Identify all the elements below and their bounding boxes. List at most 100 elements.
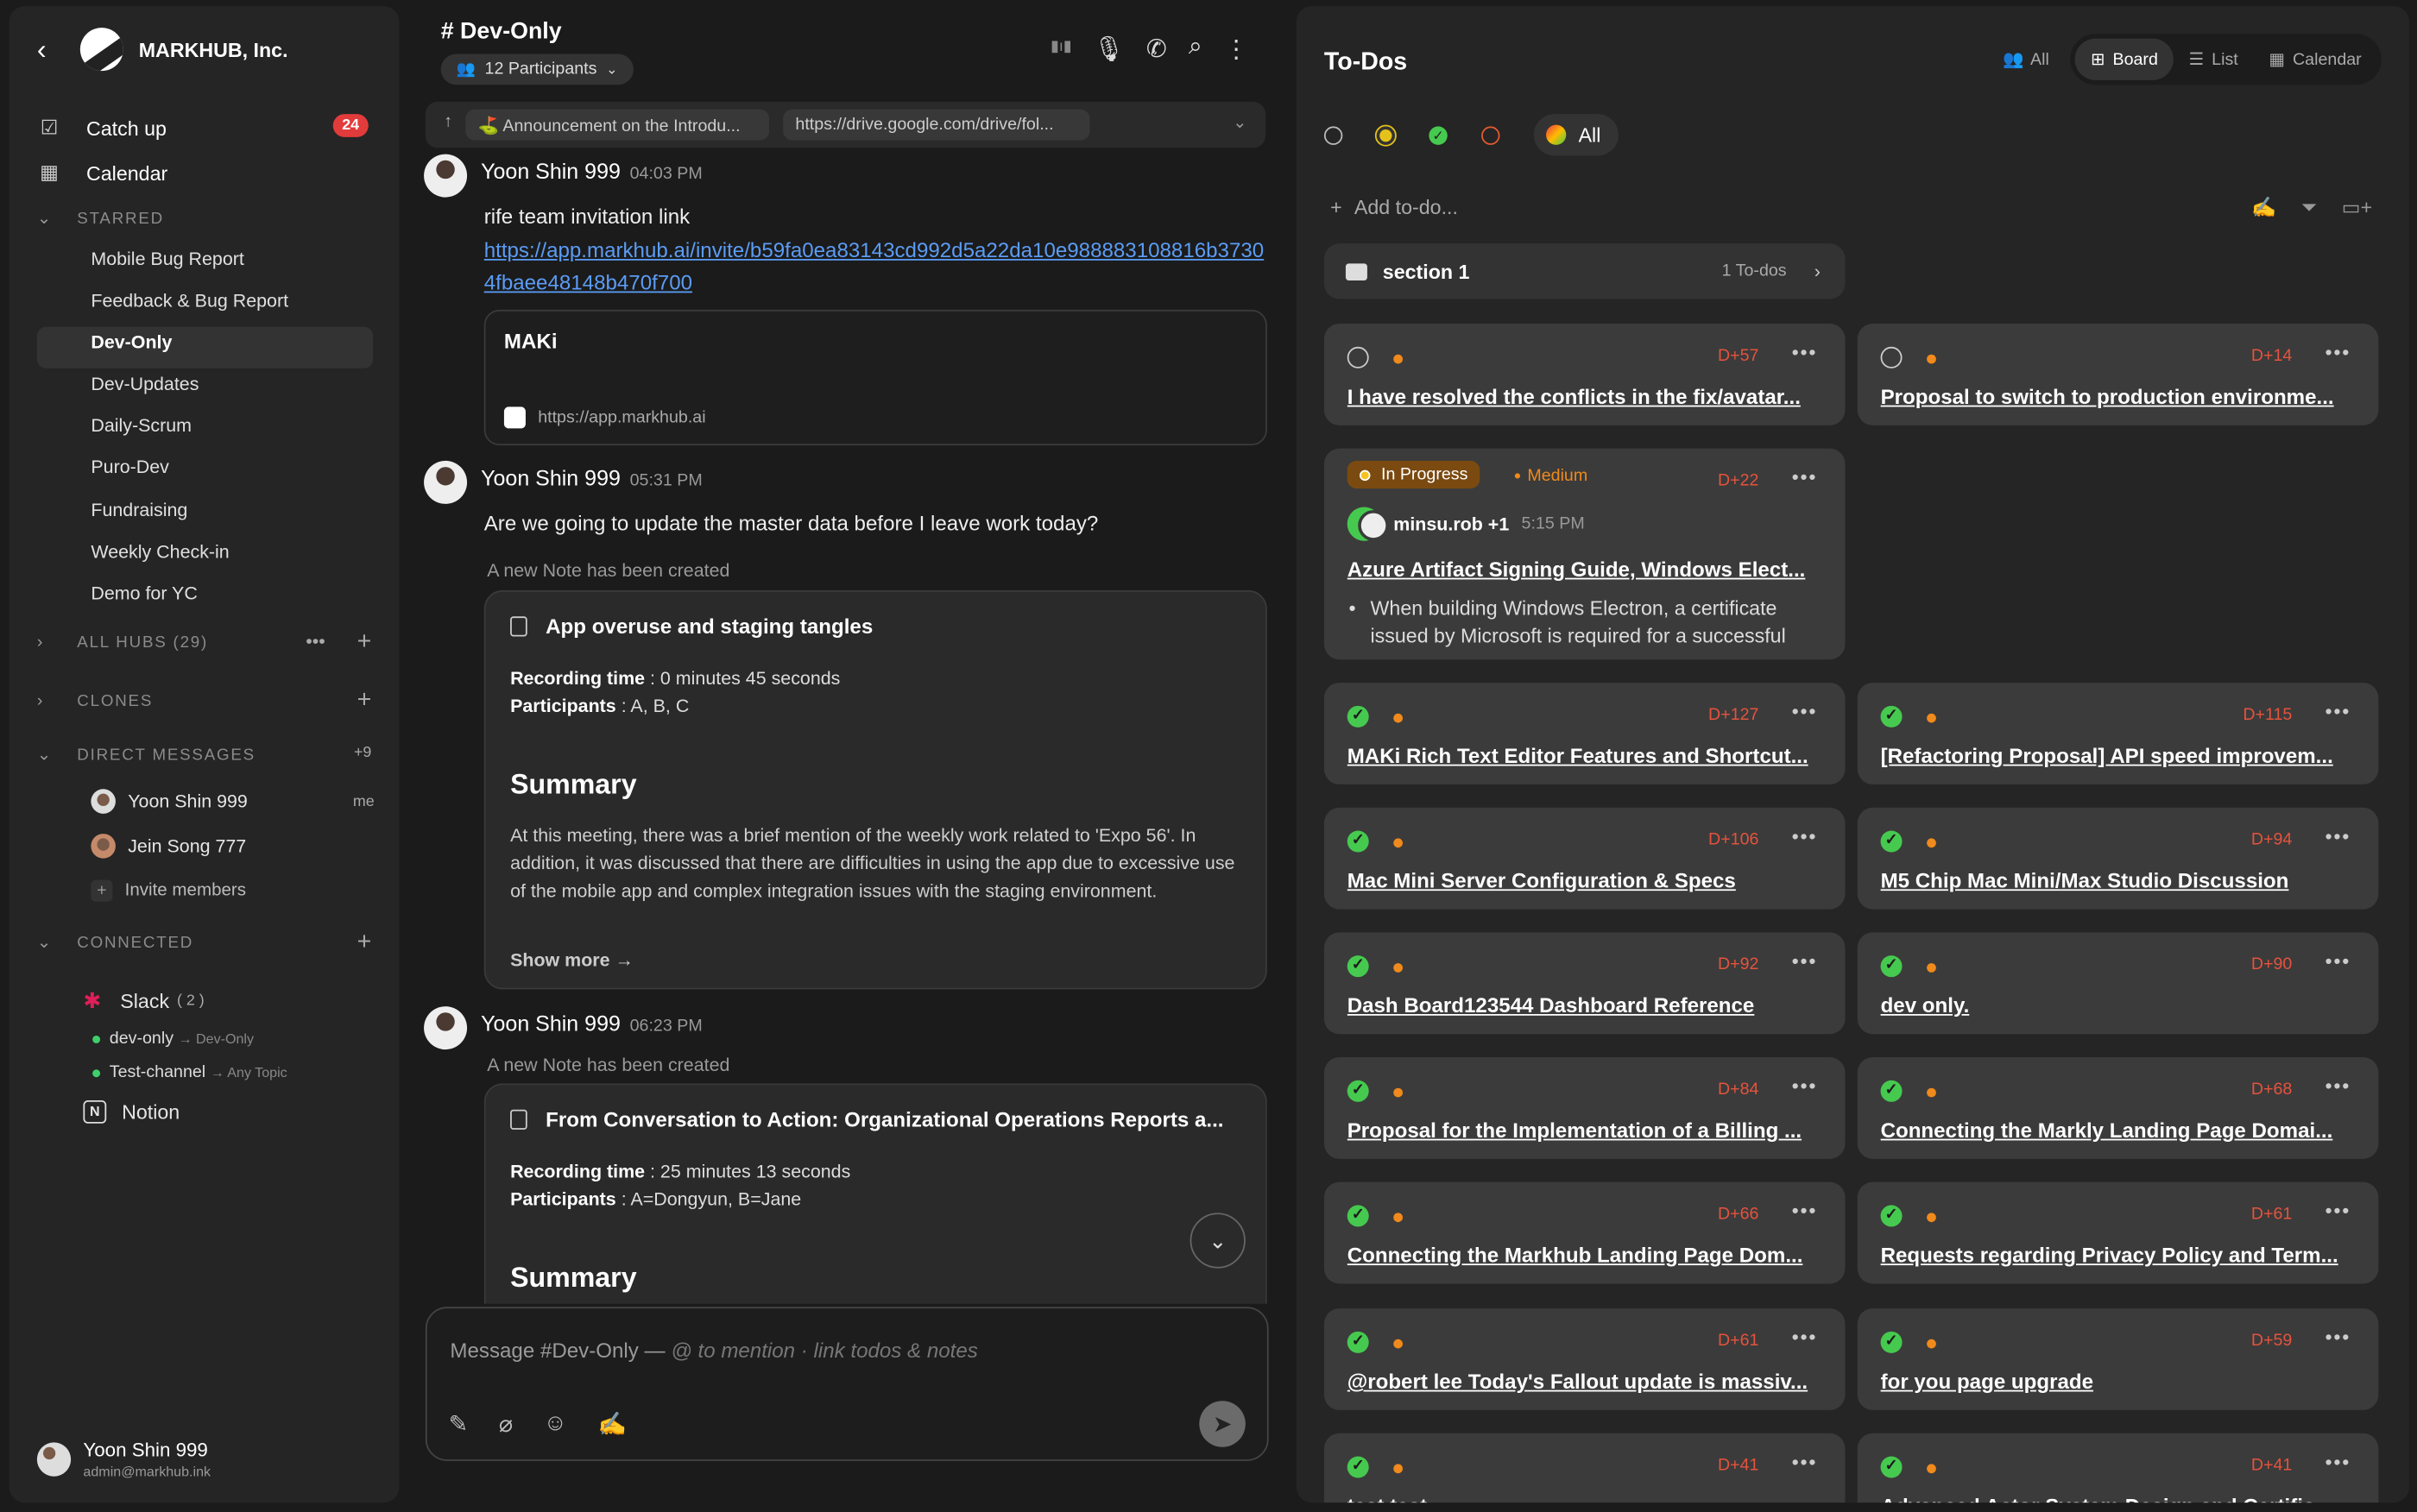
message-composer[interactable]: Message #Dev-Only — @ to mention · link … xyxy=(425,1307,1269,1461)
todo-title[interactable]: @robert lee Today's Fallout update is ma… xyxy=(1347,1370,1826,1393)
todo-title[interactable]: dev only. xyxy=(1881,994,2359,1017)
filter-done-icon[interactable]: ✓ xyxy=(1429,125,1448,144)
slack-integration[interactable]: ✱ Slack ( 2 ) xyxy=(83,988,204,1013)
todo-card[interactable]: ✓ D+59 ••• for you page upgrade xyxy=(1857,1308,2379,1410)
invite-link[interactable]: https://app.markhub.ai/invite/b59fa0ea83… xyxy=(484,234,1265,299)
status-done-icon[interactable]: ✓ xyxy=(1347,830,1369,853)
todo-card[interactable]: ✓ D+92 ••• Dash Board123544 Dashboard Refer… xyxy=(1323,932,1846,1035)
back-arrow-icon[interactable]: ‹ xyxy=(37,34,59,65)
more-icon[interactable]: ••• xyxy=(306,630,325,652)
add-icon[interactable]: + xyxy=(357,687,372,715)
signature-icon[interactable]: ✍ xyxy=(598,1410,627,1438)
new-folder-icon[interactable]: ▭+ xyxy=(2342,196,2372,221)
todo-title[interactable]: Advanced Actor System Design and Certifi… xyxy=(1881,1495,2359,1503)
status-done-icon[interactable]: ✓ xyxy=(1880,1331,1903,1353)
more-icon[interactable]: ••• xyxy=(1792,1450,1818,1473)
todo-title[interactable]: [Refactoring Proposal] API speed improve… xyxy=(1881,744,2359,767)
channel-item[interactable]: Feedback & Bug Report xyxy=(91,290,288,312)
status-done-icon[interactable]: ✓ xyxy=(1880,955,1903,978)
todo-card[interactable]: ✓ D+94 ••• M5 Chip Mac Mini/Max Studio Disc… xyxy=(1857,807,2379,910)
status-done-icon[interactable]: ✓ xyxy=(1347,705,1369,728)
note-card[interactable]: App overuse and staging tangles Recordin… xyxy=(483,589,1267,990)
todo-card[interactable]: ✓ D+90 ••• dev only. xyxy=(1857,932,2379,1035)
more-vertical-icon[interactable]: ⋮ xyxy=(1224,34,1249,65)
add-icon[interactable]: + xyxy=(357,629,372,657)
todo-title[interactable]: test test xyxy=(1347,1495,1826,1503)
attach-icon[interactable]: ⌀ xyxy=(499,1410,513,1438)
filter-icon[interactable]: ⏷ xyxy=(2301,196,2318,221)
scroll-to-bottom-button[interactable]: ⌄ xyxy=(1190,1213,1246,1269)
channel-item[interactable]: Mobile Bug Report xyxy=(91,248,243,269)
dm-header[interactable]: ⌄ DIRECT MESSAGES +9 xyxy=(37,744,384,764)
filter-all-button[interactable]: All xyxy=(1533,114,1619,156)
todo-title[interactable]: M5 Chip Mac Mini/Max Studio Discussion xyxy=(1881,869,2359,892)
participants-button[interactable]: 👥 12 Participants ⌄ xyxy=(440,54,634,85)
org-name[interactable]: MARKHUB, Inc. xyxy=(139,39,288,62)
invite-members-button[interactable]: + Invite members xyxy=(91,879,246,902)
avatar[interactable] xyxy=(424,460,468,504)
pinned-item[interactable]: https://drive.google.com/drive/fol... xyxy=(783,109,1090,141)
status-open-icon[interactable] xyxy=(1880,346,1903,369)
message-author[interactable]: Yoon Shin 999 04:03 PM xyxy=(481,159,703,184)
todo-card[interactable]: ✓ D+41 ••• test test xyxy=(1323,1433,1846,1503)
filter-paused-icon[interactable] xyxy=(1481,125,1500,144)
avatar[interactable] xyxy=(424,154,468,198)
channel-item[interactable]: Dev-Updates xyxy=(91,373,199,394)
message-author[interactable]: Yoon Shin 999 06:23 PM xyxy=(481,1011,703,1036)
channel-item[interactable]: Weekly Check-in xyxy=(91,541,229,563)
status-done-icon[interactable]: ✓ xyxy=(1347,1205,1369,1227)
phone-icon[interactable]: ✆ xyxy=(1146,34,1167,65)
link-preview-card[interactable]: MAKi https://app.markhub.ai xyxy=(483,309,1267,446)
more-icon[interactable]: ••• xyxy=(2325,341,2351,364)
filter-open-icon[interactable] xyxy=(1323,125,1343,144)
search-icon[interactable]: ⌕ xyxy=(1189,34,1202,65)
status-done-icon[interactable]: ✓ xyxy=(1347,1080,1369,1102)
more-icon[interactable]: ••• xyxy=(2325,824,2351,847)
todo-card[interactable]: ✓ D+68 ••• Connecting the Markly Landing Pa… xyxy=(1857,1056,2379,1159)
todo-title[interactable]: Mac Mini Server Configuration & Specs xyxy=(1347,869,1826,892)
status-done-icon[interactable]: ✓ xyxy=(1347,1456,1369,1478)
status-done-icon[interactable]: ✓ xyxy=(1347,955,1369,978)
note-card[interactable]: From Conversation to Action: Organizatio… xyxy=(483,1083,1267,1304)
current-user[interactable]: Yoon Shin 999 admin@markhub.ink xyxy=(36,1440,211,1479)
channel-item[interactable]: Demo for YC xyxy=(91,583,197,604)
section-row[interactable]: section 1 1 To-dos › xyxy=(1323,243,1846,299)
add-todo-input[interactable]: + Add to-do... xyxy=(1330,196,1458,219)
channel-item[interactable]: Puro-Dev xyxy=(91,457,169,478)
more-icon[interactable]: ••• xyxy=(2325,700,2351,723)
todo-title[interactable]: Proposal to switch to production environ… xyxy=(1881,385,2359,408)
more-icon[interactable]: ••• xyxy=(1792,1074,1818,1098)
todo-card[interactable]: ✓ D+61 ••• @robert lee Today's Fallout upda… xyxy=(1323,1308,1846,1410)
emoji-icon[interactable]: ☺ xyxy=(544,1410,567,1438)
connected-header[interactable]: ⌄ CONNECTED + xyxy=(37,929,384,954)
todo-card[interactable]: ✓ D+66 ••• Connecting the Markhub Landing P… xyxy=(1323,1181,1846,1284)
todo-card[interactable]: ✓ D+41 ••• Advanced Actor System Design and… xyxy=(1857,1433,2379,1503)
todo-title[interactable]: Connecting the Markly Landing Page Domai… xyxy=(1881,1118,2359,1142)
dm-item[interactable]: Yoon Shin 999 me xyxy=(91,789,375,814)
todo-card-expanded[interactable]: In Progress Medium D+22 ••• minsu.rob +1 5… xyxy=(1323,448,1846,660)
todo-title[interactable]: Dash Board123544 Dashboard Reference xyxy=(1347,994,1826,1017)
message-author[interactable]: Yoon Shin 999 05:31 PM xyxy=(481,465,703,490)
dm-item[interactable]: Jein Song 777 xyxy=(91,834,246,859)
todo-card[interactable]: D+57 ••• I have resolved the conflicts in… xyxy=(1323,323,1846,425)
status-done-icon[interactable]: ✓ xyxy=(1880,705,1903,728)
pinned-item[interactable]: ⛳ Announcement on the Introdu... xyxy=(465,109,770,141)
pencil-icon[interactable]: ✎ xyxy=(449,1410,468,1438)
channel-item-active[interactable]: Dev-Only xyxy=(91,331,172,353)
more-icon[interactable]: ••• xyxy=(1792,1326,1818,1349)
notion-integration[interactable]: N Notion xyxy=(83,1099,180,1124)
view-list[interactable]: ☰ List xyxy=(2174,39,2254,80)
more-icon[interactable]: ••• xyxy=(1792,465,1818,488)
todo-card[interactable]: D+14 ••• Proposal to switch to production… xyxy=(1857,323,2379,425)
more-icon[interactable]: ••• xyxy=(2325,1074,2351,1098)
todo-title[interactable]: Requests regarding Privacy Policy and Te… xyxy=(1881,1244,2359,1267)
todo-title[interactable]: MAKi Rich Text Editor Features and Short… xyxy=(1347,744,1826,767)
more-icon[interactable]: ••• xyxy=(1792,1199,1818,1222)
todo-card[interactable]: ✓ D+106 ••• Mac Mini Server Configuration &… xyxy=(1323,807,1846,910)
status-done-icon[interactable]: ✓ xyxy=(1880,1080,1903,1102)
view-calendar[interactable]: ▦ Calendar xyxy=(2254,39,2377,80)
todo-title[interactable]: Proposal for the Implementation of a Bil… xyxy=(1347,1118,1826,1142)
signature-icon[interactable]: ✍ xyxy=(2251,196,2276,221)
todo-card[interactable]: ✓ D+115 ••• [Refactoring Proposal] API spee… xyxy=(1857,683,2379,784)
slack-channel-item[interactable]: Test-channel → Any Topic xyxy=(92,1063,287,1082)
